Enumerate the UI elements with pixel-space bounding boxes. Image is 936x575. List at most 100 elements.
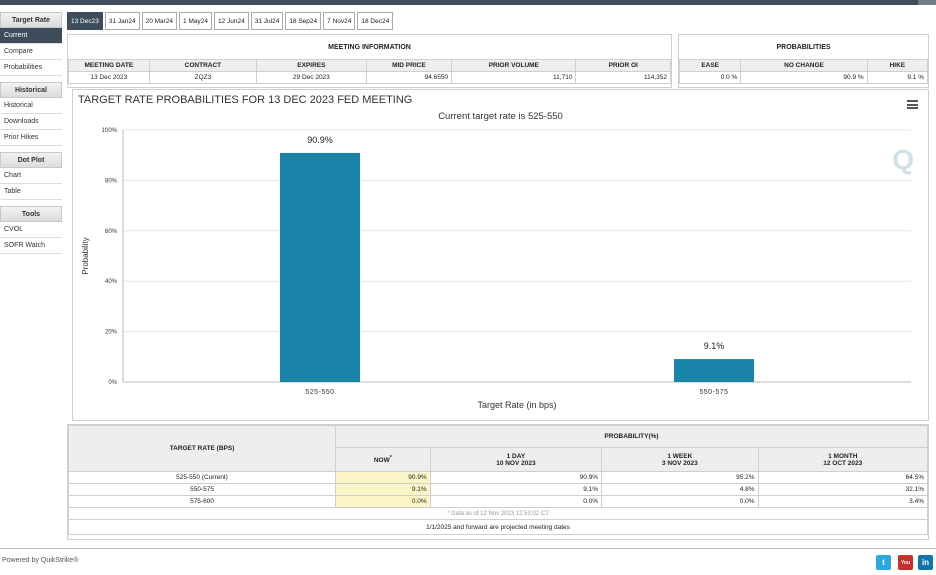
tab-meeting-8[interactable]: 18 Dec24 <box>357 12 394 30</box>
tab-meeting-1[interactable]: 31 Jan24 <box>104 12 140 30</box>
probability-cell-2-2: 0.0% <box>601 495 759 508</box>
probability-cell-0-3: 64.5% <box>757 471 929 484</box>
probabilities-value-2: 9.1 % <box>866 71 929 84</box>
probability-col-header-0: NOW* <box>335 447 431 472</box>
top-bar <box>0 0 936 5</box>
tab-meeting-6[interactable]: 18 Sep24 <box>285 12 322 30</box>
probability-col-sub-3: 12 OCT 2023 <box>823 459 863 467</box>
y-axis-title: Probability <box>81 237 90 274</box>
sidebar: Target Rate Current Compare Probabilities Hi… <box>0 12 62 254</box>
top-bar-accent <box>918 0 936 5</box>
y-tick-label-1: 20% <box>105 330 118 336</box>
probability-cell-1-0: 9.1% <box>335 483 431 496</box>
sidebar-section-2-title: Dot Plot <box>0 152 62 168</box>
meeting-value-0: 13 Dec 2023 <box>68 71 150 84</box>
sidebar-item-compare[interactable]: Compare <box>0 44 62 60</box>
probabilities-header-1: NO CHANGE <box>740 59 868 72</box>
probability-cell-0-1: 90.9% <box>429 471 603 484</box>
meeting-header-2: EXPIRES <box>256 59 367 72</box>
youtube-icon[interactable]: You <box>898 555 913 570</box>
x-tick-label-550-575: 550-575 <box>699 389 728 396</box>
probability-cell-0-2: 95.2% <box>601 471 759 484</box>
probabilities-title: PROBABILITIES <box>776 43 831 51</box>
table-row: 575-600 0.0% 0.0% 0.0% 3.4% <box>67 495 929 508</box>
probability-cell-2-1: 0.0% <box>429 495 603 508</box>
bar-550-575 <box>674 359 754 382</box>
meeting-value-5: 114,352 <box>575 71 671 84</box>
sidebar-section-1-title: Historical <box>0 82 62 98</box>
chart-title: TARGET RATE PROBABILITIES FOR 13 DEC 202… <box>78 94 413 106</box>
probability-col-label-2: 1 WEEK <box>667 452 693 460</box>
sidebar-item-table[interactable]: Table <box>0 184 62 200</box>
x-tick-label-525-550: 525-550 <box>305 389 334 396</box>
probability-col-header-2: 1 WEEK 3 NOV 2023 <box>601 447 759 472</box>
probability-col-header-1: 1 DAY 10 NOV 2023 <box>429 447 603 472</box>
tab-meeting-2[interactable]: 20 Mar24 <box>141 12 178 30</box>
meeting-date-tabs: 13 Dec23 31 Jan24 20 Mar24 1 May24 12 Jun24 3… <box>67 12 394 30</box>
table-row: 550-575 9.1% 9.1% 4.8% 32.1% <box>67 483 929 496</box>
target-rate-header: TARGET RATE (BPS) <box>67 425 337 472</box>
probability-col-label-3: 1 MONTH <box>828 452 858 460</box>
sidebar-section-3-title: Tools <box>0 206 62 222</box>
quikstrike-watermark: Q <box>892 144 914 175</box>
y-tick-label-2: 40% <box>105 279 118 285</box>
powered-by-text: Powered by QuikStrike® <box>2 557 79 564</box>
sidebar-item-downloads[interactable]: Downloads <box>0 114 62 130</box>
bar-chart-svg: 0% 20% 40% 60% 80% 100% 90.9% 525-550 9.1% 550-57… <box>81 128 911 410</box>
probability-col-label-0: NOW <box>373 457 390 465</box>
sidebar-item-chart[interactable]: Chart <box>0 168 62 184</box>
sidebar-item-prior-hikes[interactable]: Prior Hikes <box>0 130 62 146</box>
probability-col-sub-2: 3 NOV 2023 <box>661 459 698 467</box>
meeting-information-panel: MEETING INFORMATION MEETING DATE CONTRACT… <box>67 34 672 88</box>
probability-history-table: TARGET RATE (BPS) PROBABILITY(%) NOW* 1 DAY… <box>67 425 929 535</box>
sidebar-item-cvol[interactable]: CVOL <box>0 222 62 238</box>
sidebar-section-0-title: Target Rate <box>0 12 62 28</box>
meeting-value-1: ZQZ3 <box>148 71 258 84</box>
meeting-information-title: MEETING INFORMATION <box>328 43 411 51</box>
probability-table-panel: TARGET RATE (BPS) PROBABILITY(%) NOW* 1 DAY… <box>67 424 929 540</box>
sidebar-item-historical[interactable]: Historical <box>0 98 62 114</box>
meeting-value-4: 11,710 <box>451 71 577 84</box>
tab-meeting-5[interactable]: 31 Jul24 <box>250 12 284 30</box>
x-axis-title: Target Rate (in bps) <box>477 400 556 410</box>
meeting-header-5: PRIOR OI <box>575 59 671 72</box>
linkedin-icon[interactable]: in <box>918 555 933 570</box>
probability-col-header-3: 1 MONTH 12 OCT 2023 <box>757 447 929 472</box>
meeting-value-2: 29 Dec 2023 <box>256 71 367 84</box>
probability-cell-2-0: 0.0% <box>335 495 431 508</box>
probabilities-header-2: HIKE <box>866 59 929 72</box>
meeting-header-1: CONTRACT <box>148 59 258 72</box>
sidebar-item-current[interactable]: Current <box>0 28 62 44</box>
twitter-icon[interactable]: t <box>876 555 891 570</box>
probability-cell-1-2: 4.8% <box>601 483 759 496</box>
tab-meeting-3[interactable]: 1 May24 <box>179 12 212 30</box>
probabilities-panel: PROBABILITIES EASE NO CHANGE HIKE 0.0 % 90.… <box>678 34 929 88</box>
bar-value-label-525-550: 90.9% <box>307 135 333 145</box>
probabilities-value-0: 0.0 % <box>678 71 742 84</box>
tab-meeting-0[interactable]: 13 Dec23 <box>67 12 103 30</box>
probabilities-table: EASE NO CHANGE HIKE 0.0 % 90.9 % 9.1 % <box>678 59 929 84</box>
meeting-header-0: MEETING DATE <box>68 59 150 72</box>
chart-menu-icon[interactable] <box>907 100 918 109</box>
sidebar-item-probabilities[interactable]: Probabilities <box>0 60 62 76</box>
footer: Powered by QuikStrike® t You in <box>0 548 936 575</box>
probability-col-sub-1: 10 NOV 2023 <box>496 459 536 467</box>
target-rate-cell-1: 550-575 <box>67 483 337 496</box>
sidebar-item-sofr-watch[interactable]: SOFR Watch <box>0 238 62 254</box>
meeting-information-table: MEETING DATE CONTRACT EXPIRES MID PRICE PRIO… <box>68 59 671 84</box>
tab-meeting-4[interactable]: 12 Jun24 <box>213 12 249 30</box>
data-as-of-note: * Data as of 12 Nov 2023 12:53:02 CT <box>68 507 928 520</box>
probabilities-value-1: 90.9 % <box>740 71 868 84</box>
tab-meeting-7[interactable]: 7 Nov24 <box>323 12 356 30</box>
chart-subtitle: Current target rate is 525-550 <box>438 111 563 122</box>
meeting-header-3: MID PRICE <box>365 59 453 72</box>
probability-cell-2-3: 3.4% <box>757 495 929 508</box>
target-rate-cell-0: 525-550 (Current) <box>67 471 337 484</box>
target-rate-cell-2: 575-600 <box>67 495 337 508</box>
meeting-header-4: PRIOR VOLUME <box>451 59 577 72</box>
probability-cell-1-1: 9.1% <box>429 483 603 496</box>
y-tick-label-5: 100% <box>102 128 118 134</box>
table-row: 525-550 (Current) 90.9% 90.9% 95.2% 64.5% <box>67 471 929 484</box>
probability-cell-0-0: 90.9% <box>335 471 431 484</box>
y-tick-label-0: 0% <box>108 380 117 386</box>
